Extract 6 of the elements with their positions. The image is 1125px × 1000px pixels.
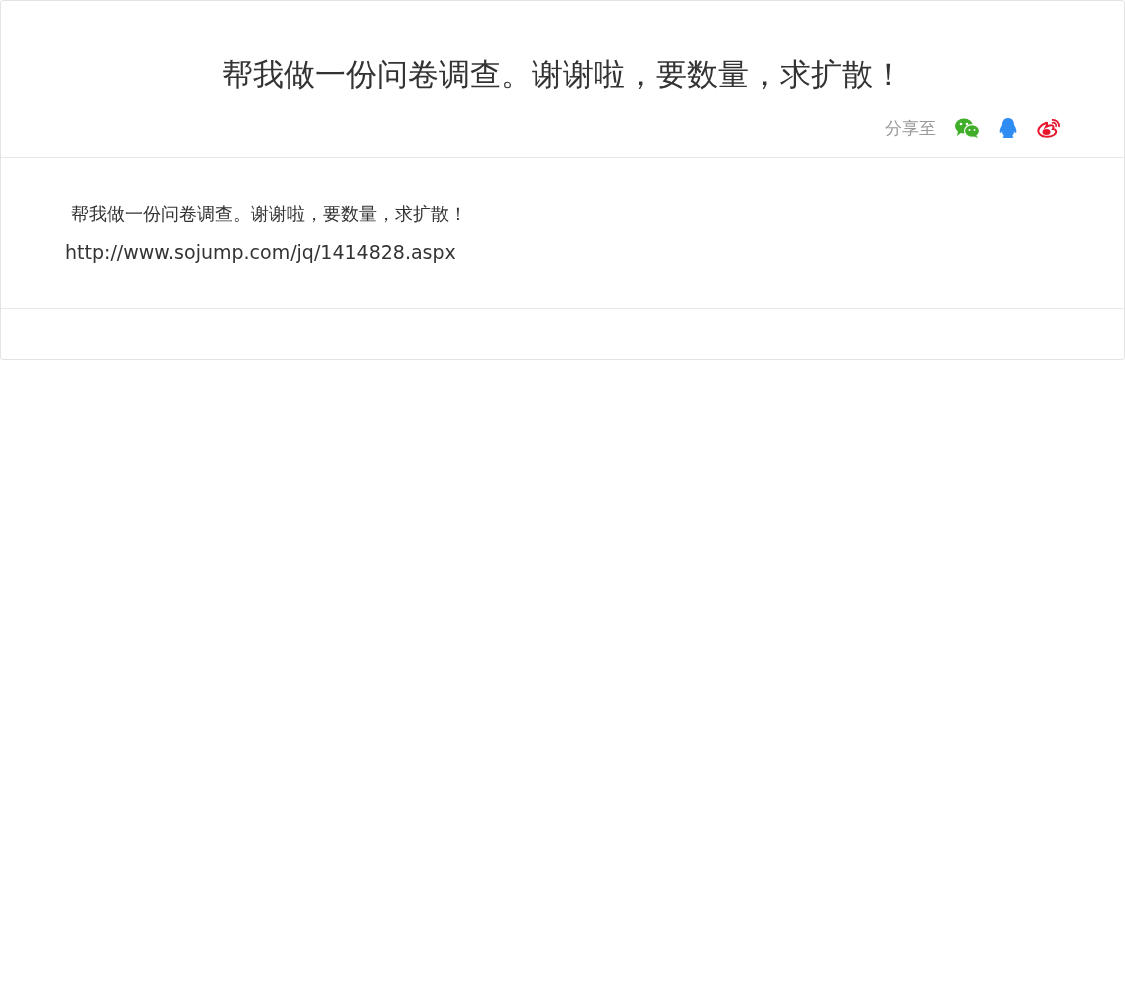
post-text: 帮我做一份问卷调查。谢谢啦，要数量，求扩散！ xyxy=(71,202,467,226)
share-label: 分享至 xyxy=(885,116,936,140)
post-link[interactable]: http://www.sojump.com/jq/1414828.aspx xyxy=(65,236,456,268)
penguin-icon[interactable] xyxy=(998,117,1018,139)
post-title: 帮我做一份问卷调查。谢谢啦，要数量，求扩散！ xyxy=(220,55,905,94)
chat-bubbles-icon[interactable] xyxy=(954,117,980,139)
